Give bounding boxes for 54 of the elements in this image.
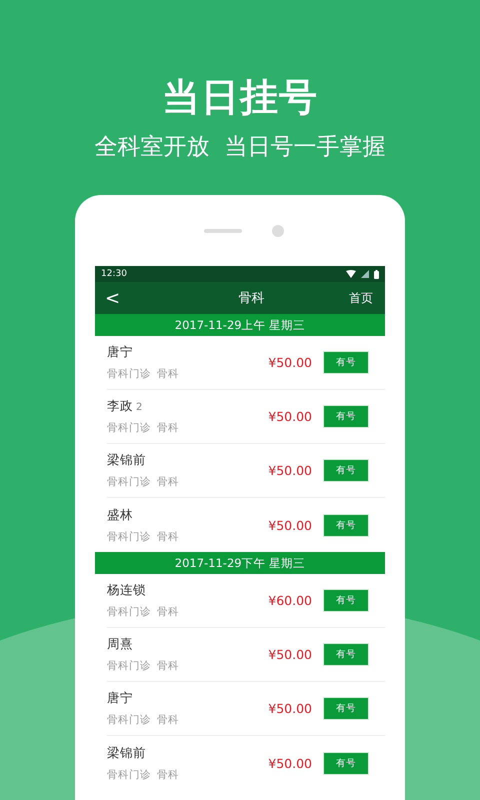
count-label: 2 bbox=[136, 402, 142, 413]
available-button[interactable]: 有号 bbox=[323, 643, 369, 666]
price-label: ¥50.00 bbox=[268, 355, 312, 370]
price-label: ¥50.00 bbox=[268, 409, 312, 424]
battery-icon bbox=[374, 270, 379, 278]
doctor-name: 李政 bbox=[107, 398, 133, 415]
department-label: 骨科 bbox=[157, 605, 179, 619]
price-label: ¥50.00 bbox=[268, 647, 312, 662]
department-label: 骨科 bbox=[157, 659, 179, 673]
available-button[interactable]: 有号 bbox=[323, 589, 369, 612]
speaker-icon bbox=[204, 228, 242, 232]
clinic-label: 骨科门诊 bbox=[107, 367, 151, 381]
doctor-name: 周熹 bbox=[107, 636, 133, 653]
doctor-name: 盛林 bbox=[107, 506, 133, 524]
wifi-icon bbox=[346, 270, 356, 278]
doctor-name: 唐宁 bbox=[107, 690, 133, 707]
doctor-name: 梁锦前 bbox=[107, 452, 146, 469]
price-label: ¥60.00 bbox=[268, 593, 312, 608]
clinic-label: 骨科门诊 bbox=[107, 530, 151, 544]
doctor-name: 唐宁 bbox=[107, 344, 133, 361]
available-button[interactable]: 有号 bbox=[323, 405, 369, 428]
camera-icon bbox=[272, 224, 284, 236]
available-button[interactable]: 有号 bbox=[323, 514, 369, 536]
available-button[interactable]: 有号 bbox=[323, 752, 369, 774]
signal-icon bbox=[361, 270, 369, 278]
available-button[interactable]: 有号 bbox=[323, 351, 369, 374]
section-header: 2017-11-29上午 星期三 bbox=[95, 314, 385, 336]
available-button[interactable]: 有号 bbox=[323, 459, 369, 482]
price-label: ¥50.00 bbox=[268, 701, 312, 716]
doctor-name: 杨连锁 bbox=[107, 582, 146, 599]
price-label: ¥50.00 bbox=[268, 756, 312, 770]
doctor-name: 梁锦前 bbox=[107, 744, 146, 762]
clinic-label: 骨科门诊 bbox=[107, 713, 151, 727]
department-label: 骨科 bbox=[157, 530, 179, 544]
department-label: 骨科 bbox=[157, 713, 179, 727]
department-label: 骨科 bbox=[157, 421, 179, 435]
back-button[interactable]: < bbox=[101, 288, 124, 308]
department-label: 骨科 bbox=[157, 768, 179, 782]
department-label: 骨科 bbox=[157, 475, 179, 489]
nav-title: 骨科 bbox=[238, 290, 265, 307]
clinic-label: 骨科门诊 bbox=[107, 605, 151, 619]
department-label: 骨科 bbox=[157, 367, 179, 381]
clinic-label: 骨科门诊 bbox=[107, 659, 151, 673]
section-header: 2017-11-29下午 星期三 bbox=[95, 552, 385, 574]
headline: 当日挂号 bbox=[162, 74, 318, 121]
price-label: ¥50.00 bbox=[268, 518, 312, 532]
home-link[interactable]: 首页 bbox=[349, 290, 373, 306]
clinic-label: 骨科门诊 bbox=[107, 421, 151, 435]
subheadline: 全科室开放 当日号一手掌握 bbox=[94, 133, 386, 162]
available-button[interactable]: 有号 bbox=[323, 697, 369, 720]
status-time: 12:30 bbox=[101, 269, 127, 279]
clinic-label: 骨科门诊 bbox=[107, 475, 151, 489]
price-label: ¥50.00 bbox=[268, 463, 312, 478]
clinic-label: 骨科门诊 bbox=[107, 768, 151, 782]
